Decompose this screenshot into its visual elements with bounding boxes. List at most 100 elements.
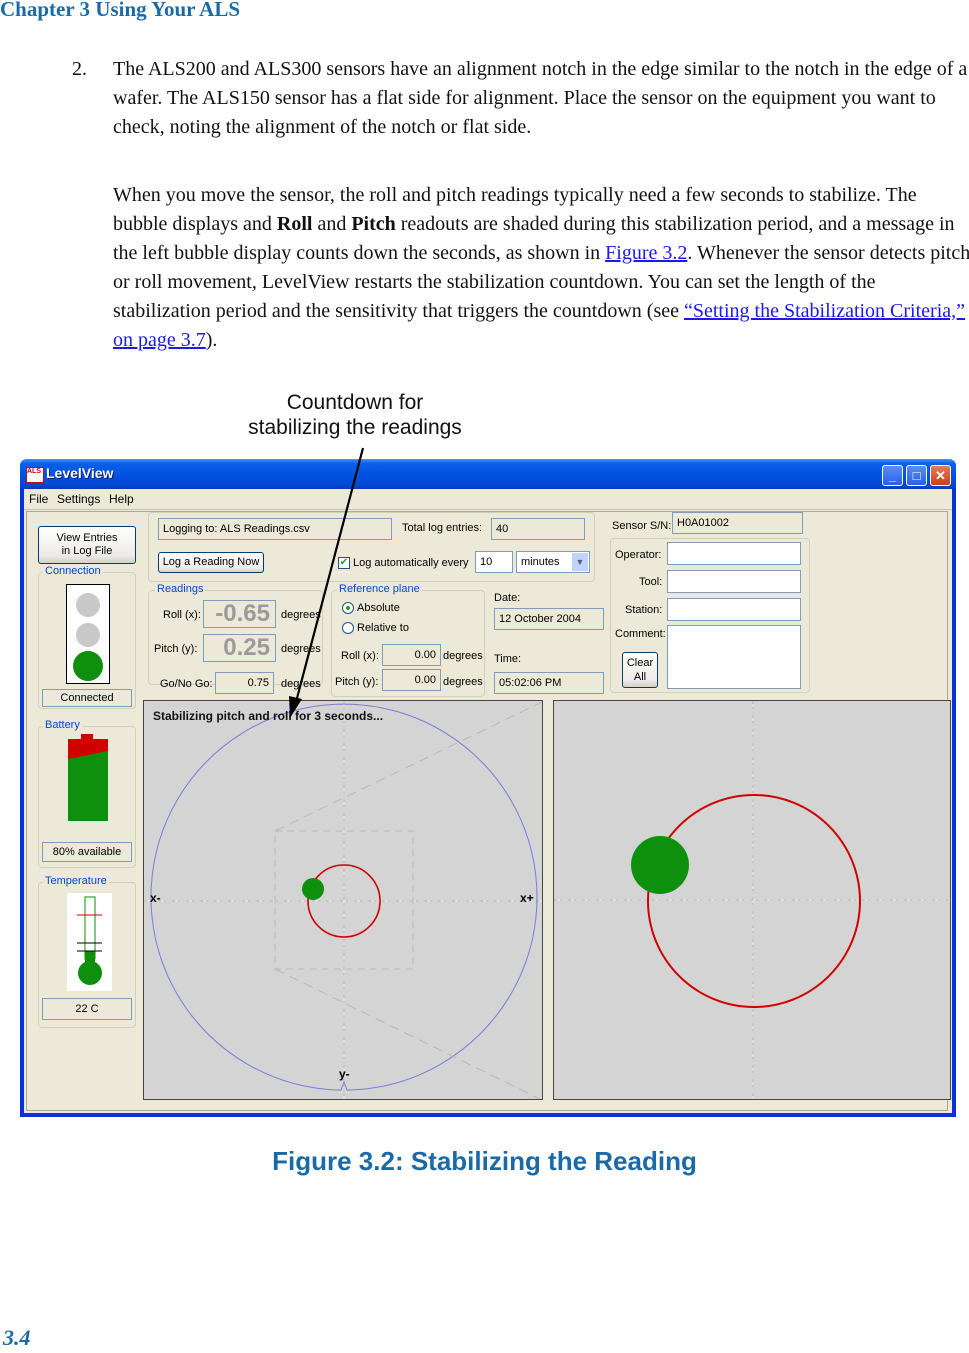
gonogo-unit: degrees (281, 678, 321, 690)
axis-label-x-plus: x+ (520, 891, 534, 905)
pitch-term: Pitch (351, 213, 396, 235)
figure-caption: Figure 3.2: Stabilizing the Reading (272, 1146, 697, 1176)
ref-pitch-value[interactable]: 0.00 (382, 669, 441, 691)
light-yellow-off (76, 623, 100, 647)
station-label: Station: (625, 604, 663, 616)
clear-all-label-1: Clear (626, 657, 654, 669)
ref-roll-unit: degrees (443, 650, 483, 662)
bubble-display-full: Stabilizing pitch and roll for 3 seconds… (143, 700, 543, 1100)
operator-label: Operator: (615, 549, 662, 561)
menu-settings[interactable]: Settings (57, 492, 100, 506)
axis-label-x-minus: x- (150, 891, 161, 905)
figure-link[interactable]: Figure 3.2 (605, 242, 687, 264)
station-input[interactable] (667, 598, 801, 621)
bubble (302, 878, 324, 900)
zoom-tolerance-circle (647, 794, 861, 1008)
window-client: File Settings Help View Entries in Log F… (24, 489, 952, 1113)
paragraph-text: ). (205, 329, 218, 351)
comment-input[interactable] (667, 625, 801, 689)
total-entries-value: 40 (491, 518, 585, 540)
levelview-window: ALS LevelView _ □ ✕ File Settings Help V… (20, 459, 956, 1117)
title-bar[interactable]: ALS LevelView _ □ ✕ (20, 459, 956, 489)
maximize-button[interactable]: □ (906, 465, 927, 486)
battery-status: 80% available (42, 842, 132, 862)
temperature-status: 22 C (42, 998, 132, 1020)
gonogo-value[interactable]: 0.75 (215, 672, 274, 694)
app-icon: ALS (26, 467, 44, 483)
radio-absolute-label: Absolute (357, 602, 400, 614)
time-value: 05:02:06 PM (494, 672, 604, 694)
roll-unit: degrees (281, 609, 321, 621)
menu-bar: File Settings Help (24, 489, 952, 510)
chevron-down-icon[interactable]: ▼ (572, 553, 588, 571)
bubble-display-zoomed (553, 700, 951, 1100)
connection-status: Connected (42, 689, 132, 707)
radio-dot (346, 606, 350, 610)
view-log-label-1: View Entries (56, 532, 118, 544)
ref-roll-value[interactable]: 0.00 (382, 644, 441, 666)
interval-unit-value: minutes (521, 556, 560, 568)
callout-line-1: Countdown for (286, 391, 424, 414)
thermometer-icon (67, 893, 112, 991)
traffic-light (66, 584, 110, 684)
minimize-button[interactable]: _ (882, 465, 903, 486)
tool-input[interactable] (667, 570, 801, 593)
light-red-off (76, 593, 100, 617)
ref-roll-label: Roll (x): (341, 650, 379, 662)
close-button[interactable]: ✕ (930, 465, 951, 486)
battery-label: Battery (43, 719, 82, 731)
radio-absolute[interactable] (342, 602, 354, 614)
menu-file[interactable]: File (29, 492, 48, 506)
page-number: 3.4 (3, 1325, 31, 1350)
readings-label: Readings (155, 583, 206, 595)
interval-input[interactable]: 10 (475, 551, 513, 573)
comment-label: Comment: (615, 628, 666, 640)
step-text: The ALS200 and ALS300 sensors have an al… (113, 58, 968, 138)
gonogo-label: Go/No Go: (160, 678, 213, 690)
chapter-header: Chapter 3 Using Your ALS (0, 0, 241, 21)
radio-relative[interactable] (342, 622, 354, 634)
auto-log-checkbox[interactable]: ✔ (338, 557, 350, 569)
callout-label: Countdown for stabilizing the readings (210, 390, 500, 440)
log-reading-now-button[interactable]: Log a Reading Now (158, 552, 264, 573)
reference-plane-label: Reference plane (337, 583, 422, 595)
tool-label: Tool: (639, 576, 663, 588)
ref-pitch-label: Pitch (y): (335, 676, 379, 688)
callout-line-2: stabilizing the readings (248, 416, 462, 439)
step-number: 2. (72, 58, 87, 80)
temperature-label: Temperature (43, 875, 109, 887)
radio-relative-label: Relative to (357, 622, 409, 634)
clear-all-label-2: All (633, 671, 647, 683)
sensor-sn-value: H0A01002 (672, 512, 803, 534)
operator-input[interactable] (667, 542, 801, 565)
zoom-connector-bottom (274, 968, 542, 1099)
pitch-label: Pitch (y): (154, 643, 198, 655)
connection-label: Connection (43, 565, 103, 577)
paragraph-text: and (312, 213, 352, 235)
pitch-value: 0.25 (203, 634, 276, 662)
view-log-button[interactable]: View Entries in Log File (38, 526, 136, 564)
clear-all-button[interactable]: Clear All (622, 652, 658, 688)
view-log-label-2: in Log File (61, 545, 113, 557)
zoom-bubble (631, 836, 689, 894)
window-title: LevelView (46, 465, 114, 481)
main-panel: View Entries in Log File Connection Conn… (26, 511, 951, 1111)
sensor-sn-label: Sensor S/N: (612, 520, 672, 532)
auto-log-label: Log automatically every (353, 557, 469, 569)
date-label: Date: (494, 592, 521, 604)
menu-help[interactable]: Help (109, 492, 134, 506)
light-green-on (73, 651, 103, 681)
body-paragraph: When you move the sensor, the roll and p… (113, 181, 969, 355)
battery-icon (67, 734, 109, 822)
stabilizing-message: Stabilizing pitch and roll for 3 seconds… (153, 709, 384, 723)
date-value: 12 October 2004 (494, 608, 604, 630)
axis-label-y-minus: y- (339, 1067, 350, 1081)
roll-value: -0.65 (203, 600, 276, 628)
roll-term: Roll (276, 213, 313, 235)
roll-label: Roll (x): (163, 609, 201, 621)
pitch-unit: degrees (281, 643, 321, 655)
interval-unit-select[interactable]: minutes ▼ (516, 551, 590, 573)
ref-pitch-unit: degrees (443, 676, 483, 688)
total-entries-label: Total log entries: (402, 522, 483, 534)
time-label: Time: (494, 653, 522, 665)
